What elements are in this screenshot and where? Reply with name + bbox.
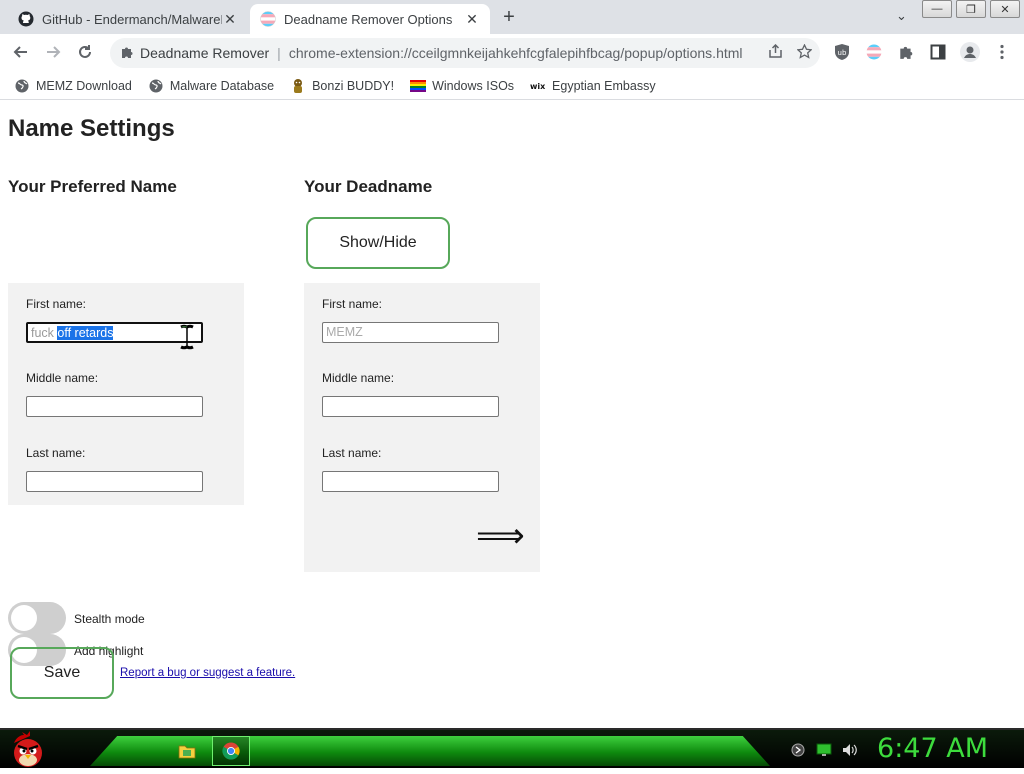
back-arrow-icon[interactable] [10,43,32,66]
close-window-button[interactable]: ✕ [990,0,1020,18]
bookmark-label: Bonzi BUDDY! [312,78,395,93]
dead-middle-name-label: Middle name: [322,371,395,385]
tab-search-chevron-icon[interactable]: ⌄ [896,8,907,24]
minimize-button[interactable]: — [922,0,952,18]
input-selected-text: off retards [57,326,114,340]
svg-text:ub: ub [838,49,847,57]
chrome-icon[interactable] [212,736,250,766]
tab-title: GitHub - Endermanch/MalwareD [42,11,222,27]
show-hide-button[interactable]: Show/Hide [306,217,450,269]
svg-text:wix: wix [530,82,546,91]
kebab-menu-icon[interactable] [992,42,1012,62]
toggle-knob [11,605,37,631]
report-bug-link[interactable]: Report a bug or suggest a feature. [120,667,295,679]
window-controls: — ❐ ✕ [922,0,1020,18]
forward-arrow-icon[interactable] [42,43,64,66]
preferred-first-name-input[interactable]: fuck off retards [26,322,203,343]
text-cursor-icon [180,324,194,350]
dead-middle-name-input[interactable] [322,396,499,417]
ublock-icon[interactable]: ub [832,42,852,62]
tab-github[interactable]: GitHub - Endermanch/MalwareD ✕ [8,4,248,34]
dead-first-name-label: First name: [322,297,383,311]
bookmark-malware-database[interactable]: Malware Database [148,78,274,94]
preferred-first-name-label: First name: [26,297,87,311]
puzzle-piece-icon [120,45,134,62]
network-icon[interactable] [816,742,832,758]
bookmark-egyptian-embassy[interactable]: wix Egyptian Embassy [530,78,656,94]
page-title: Name Settings [8,115,175,142]
input-unselected-text: fuck [31,326,58,340]
bookmark-star-icon[interactable] [796,43,813,63]
close-icon[interactable]: ✕ [464,11,480,28]
bookmark-memz-download[interactable]: MEMZ Download [14,78,132,94]
preferred-middle-name-label: Middle name: [26,371,99,385]
bookmark-label: MEMZ Download [36,78,132,93]
address-bar[interactable]: Deadname Remover | chrome-extension://cc… [110,38,820,68]
deadname-heading: Your Deadname [304,177,433,196]
side-panel-icon[interactable] [928,42,948,62]
tab-strip: GitHub - Endermanch/MalwareD ✕ Deadname … [0,0,1024,34]
tray-shield-icon[interactable] [790,742,806,758]
wix-icon: wix [530,78,546,94]
close-icon[interactable]: ✕ [222,11,238,28]
preferred-last-name-label: Last name: [26,446,86,460]
browser-toolbar: Deadname Remover | chrome-extension://cc… [0,34,1024,72]
angry-bird-icon[interactable] [8,731,48,769]
extensions-puzzle-icon[interactable] [896,42,916,62]
trans-flag-icon [260,11,276,27]
volume-icon[interactable] [842,742,858,758]
profile-avatar-icon[interactable] [960,42,980,62]
share-icon[interactable] [768,43,783,63]
dead-last-name-input[interactable] [322,471,499,492]
bookmark-bonzi-buddy[interactable]: Bonzi BUDDY! [290,78,394,94]
taskbar-clock: 6:47 AM [877,733,988,764]
bonzi-icon [290,78,306,94]
dead-first-name-input[interactable]: MEMZ [322,322,499,343]
options-page: Name Settings Your Preferred Name Your D… [0,101,1024,728]
globe-icon [148,78,164,94]
preferred-middle-name-input[interactable] [26,396,203,417]
bookmark-label: Windows ISOs [432,78,515,93]
deadname-panel: First name: MEMZ Middle name: Last name:… [304,283,540,572]
restore-button[interactable]: ❐ [956,0,986,18]
taskbar: 6:47 AM [0,728,1024,768]
trans-flag-extension-icon[interactable] [864,42,884,62]
stealth-mode-label: Stealth mode [74,612,145,626]
system-tray [790,742,858,758]
rainbow-flag-icon [410,78,427,94]
tab-title: Deadname Remover Options [284,11,453,27]
bookmark-windows-isos[interactable]: Windows ISOs [410,78,514,94]
tab-deadname-options[interactable]: Deadname Remover Options ✕ [250,4,490,34]
bookmarks-bar: MEMZ Download Malware Database Bonzi BUD… [0,72,1024,100]
new-tab-button[interactable]: + [498,6,520,29]
bookmark-label: Malware Database [169,78,275,93]
extension-name: Deadname Remover [140,45,270,61]
preferred-name-panel: First name: fuck off retards Middle name… [8,283,244,505]
preferred-last-name-input[interactable] [26,471,203,492]
stealth-mode-toggle[interactable] [8,602,66,634]
folder-icon[interactable] [168,736,206,766]
globe-icon [14,78,30,94]
bookmark-label: Egyptian Embassy [552,78,656,93]
url-separator: | [277,45,281,61]
github-icon [18,11,34,27]
dead-last-name-label: Last name: [322,446,382,460]
preferred-name-heading: Your Preferred Name [8,177,177,196]
save-button[interactable]: Save [10,647,114,699]
reload-icon[interactable] [74,43,96,66]
url-text: chrome-extension://cceilgmnkeijahkehfcgf… [288,45,743,61]
double-arrow-icon: ⟹ [476,517,525,555]
